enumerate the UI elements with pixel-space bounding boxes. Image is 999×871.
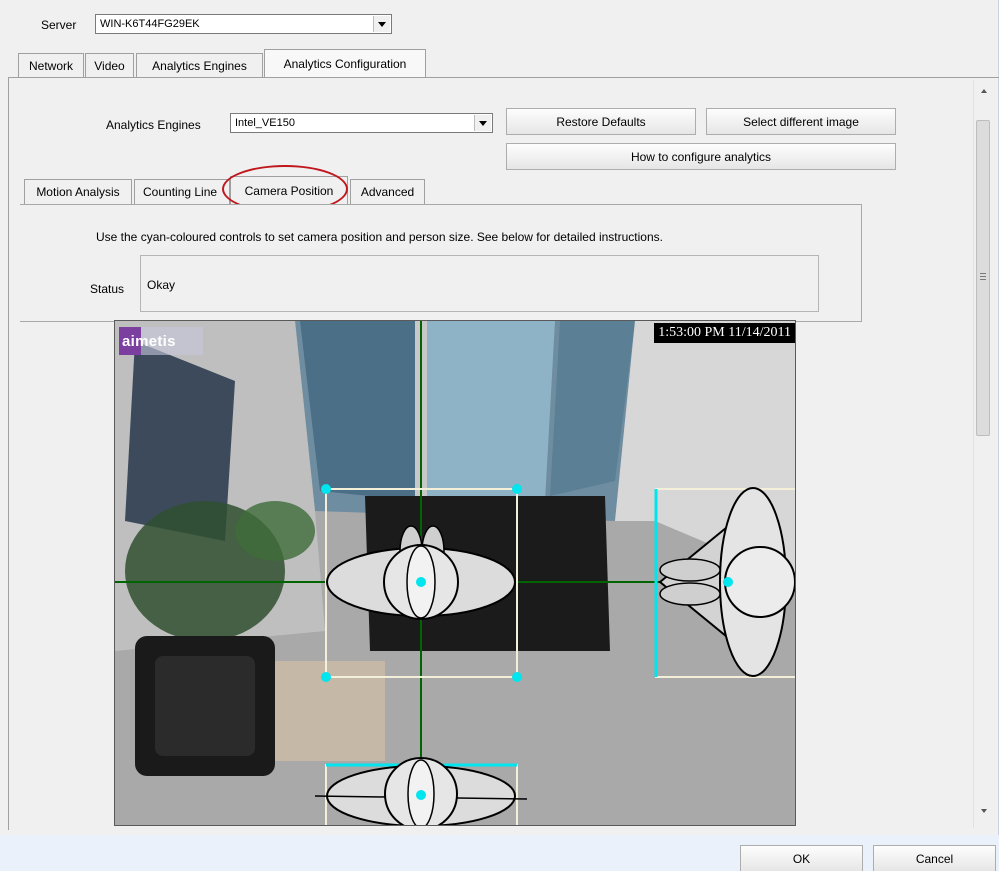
- camera-view[interactable]: aimetis 1:53:00 PM 11/14/2011: [114, 320, 796, 826]
- resize-handle-top-right[interactable]: [512, 484, 522, 494]
- tab-motion-analysis[interactable]: Motion Analysis: [24, 179, 132, 204]
- aimetis-logo-text: aimetis: [122, 332, 176, 350]
- window-pane-left: [300, 321, 420, 501]
- select-different-image-button[interactable]: Select different image: [706, 108, 896, 135]
- right-model-handle[interactable]: [723, 577, 733, 587]
- status-value: Okay: [147, 278, 176, 292]
- analytics-engines-dropdown[interactable]: Intel_VE150: [230, 113, 493, 133]
- armchair-seat: [155, 656, 255, 756]
- status-box: Okay: [140, 255, 819, 312]
- tab-network[interactable]: Network: [18, 53, 84, 78]
- server-dropdown[interactable]: WIN-K6T44FG29EK: [95, 14, 392, 34]
- chevron-down-icon[interactable]: [373, 16, 390, 32]
- tab-video[interactable]: Video: [85, 53, 134, 78]
- tab-analytics-engines[interactable]: Analytics Engines: [136, 53, 263, 78]
- tab-content-border: [8, 77, 999, 78]
- analytics-engines-label: Analytics Engines: [106, 118, 201, 132]
- vertical-scrollbar[interactable]: [973, 80, 993, 828]
- camera-scene[interactable]: [115, 321, 796, 826]
- analytics-engines-value: Intel_VE150: [235, 117, 295, 129]
- how-to-configure-button[interactable]: How to configure analytics: [506, 143, 896, 170]
- resize-handle-top-left[interactable]: [321, 484, 331, 494]
- panel-top-border: [20, 204, 862, 205]
- tab-advanced[interactable]: Advanced: [350, 179, 425, 204]
- server-value: WIN-K6T44FG29EK: [100, 18, 200, 30]
- resize-handle-bottom-right[interactable]: [512, 672, 522, 682]
- bottom-model-handle[interactable]: [416, 790, 426, 800]
- camera-center-handle[interactable]: [416, 577, 426, 587]
- chevron-down-icon[interactable]: [474, 115, 491, 131]
- cancel-button[interactable]: Cancel: [873, 845, 996, 871]
- video-timestamp: 1:53:00 PM 11/14/2011: [654, 323, 795, 343]
- scroll-up-arrow-icon[interactable]: [975, 82, 992, 99]
- status-label: Status: [90, 282, 125, 296]
- tab-counting-line[interactable]: Counting Line: [134, 179, 230, 204]
- aimetis-logo: aimetis: [119, 327, 203, 355]
- resize-handle-bottom-left[interactable]: [321, 672, 331, 682]
- tab-content-border-left: [8, 77, 9, 830]
- window-pane-center: [425, 321, 555, 501]
- ok-button[interactable]: OK: [740, 845, 863, 871]
- restore-defaults-button[interactable]: Restore Defaults: [506, 108, 696, 135]
- tab-analytics-configuration[interactable]: Analytics Configuration: [264, 49, 426, 77]
- scrollbar-thumb[interactable]: [976, 120, 990, 436]
- plant-leaves: [235, 501, 315, 561]
- scroll-down-arrow-icon[interactable]: [975, 802, 992, 819]
- instructions-text: Use the cyan-coloured controls to set ca…: [96, 230, 663, 244]
- server-label: Server: [41, 18, 77, 32]
